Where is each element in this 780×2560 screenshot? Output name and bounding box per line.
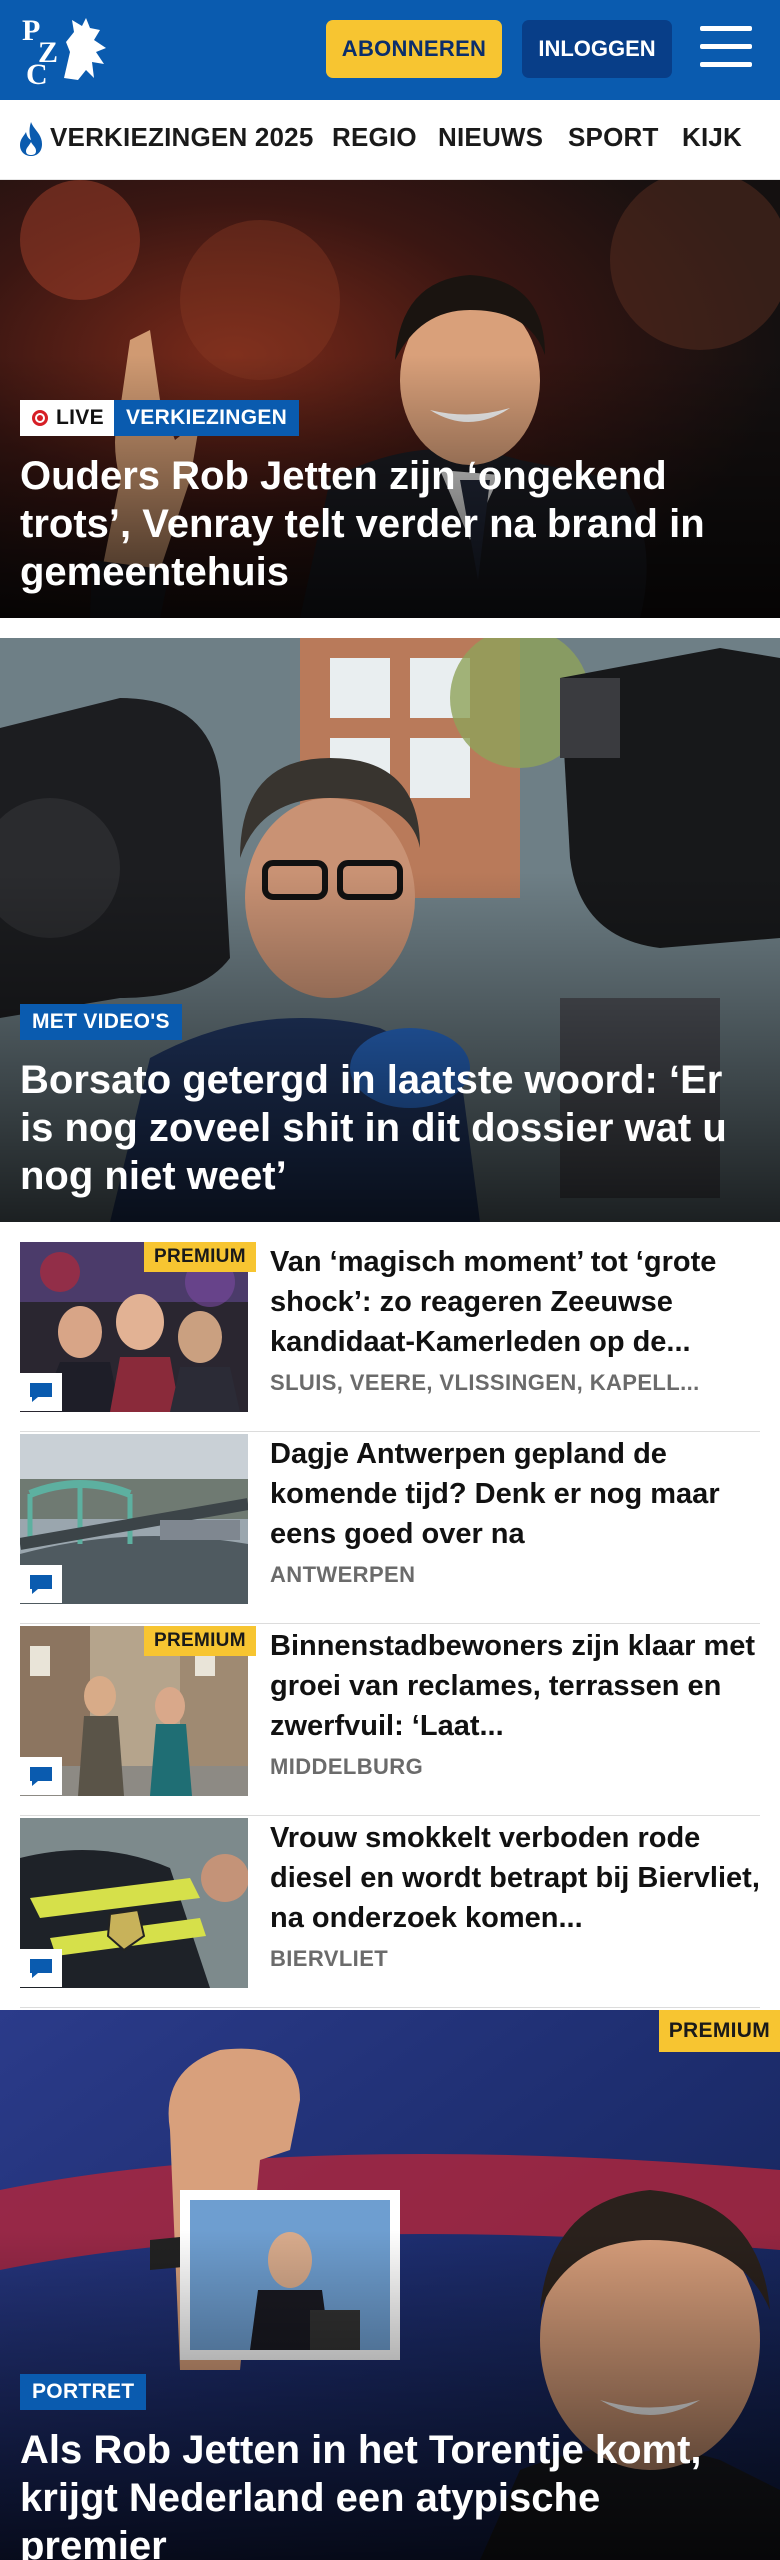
pzc-logo[interactable]: P Z C (20, 12, 112, 91)
article-title[interactable]: Dagje Antwerpen gepland de komende tijd?… (270, 1434, 760, 1554)
nav-item-nieuws[interactable]: NIEUWS (438, 122, 543, 153)
site-header: P Z C ABONNEREN INLOGGEN (0, 0, 780, 100)
subscribe-button[interactable]: ABONNEREN (326, 20, 502, 78)
list-item[interactable]: Dagje Antwerpen gepland de komende tijd?… (20, 1434, 760, 1624)
article-location: MIDDELBURG (270, 1754, 424, 1779)
category-tag: PORTRET (20, 2374, 147, 2410)
article-title[interactable]: Vrouw smokkelt verboden rode diesel en w… (270, 1818, 760, 1938)
menu-icon[interactable] (700, 26, 752, 70)
hero-title[interactable]: Borsato getergd in laatste woord: ‘Er is… (20, 1056, 740, 1200)
comment-icon (20, 1949, 62, 1987)
premium-badge: PREMIUM (144, 1626, 256, 1656)
category-tag: MET VIDEO'S (20, 1004, 182, 1040)
premium-badge: PREMIUM (144, 1242, 256, 1272)
comment-icon (20, 1373, 62, 1411)
list-item[interactable]: PREMIUM Binnenstadbewoners zijn klaar me… (20, 1626, 760, 1816)
nav-item-kijk[interactable]: KIJK (682, 122, 742, 153)
category-tag: VERKIEZINGEN (114, 400, 300, 436)
hero-article-jetten-parents[interactable]: LIVE VERKIEZINGEN Ouders Rob Jetten zijn… (0, 180, 780, 618)
article-location: ANTWERPEN (270, 1562, 416, 1587)
nav-item-regio[interactable]: REGIO (332, 122, 417, 153)
comment-icon (20, 1565, 62, 1603)
article-location: SLUIS, VEERE, VLISSINGEN, KAPELL... (270, 1370, 700, 1395)
article-title[interactable]: Binnenstadbewoners zijn klaar met groei … (270, 1626, 760, 1746)
nav-item-sport[interactable]: SPORT (568, 122, 659, 153)
login-button[interactable]: INLOGGEN (522, 20, 672, 78)
list-item[interactable]: PREMIUM Van ‘magisch moment’ tot ‘grote … (20, 1242, 760, 1432)
hero-article-jetten-portrait[interactable]: PREMIUM PORTRET Als Rob Jetten in het To… (0, 2010, 780, 2560)
live-dot-icon (32, 410, 48, 426)
hero-article-borsato[interactable]: MET VIDEO'S Borsato getergd in laatste w… (0, 638, 780, 1222)
section-nav: VERKIEZINGEN 2025 REGIO NIEUWS SPORT KIJ… (0, 100, 780, 180)
svg-text:C: C (26, 58, 48, 88)
live-badge: LIVE (20, 400, 116, 436)
live-label: LIVE (56, 406, 104, 429)
premium-badge: PREMIUM (658, 2010, 780, 2052)
list-item[interactable]: Vrouw smokkelt verboden rode diesel en w… (20, 1818, 760, 2008)
flame-icon (20, 122, 42, 156)
article-location: BIERVLIET (270, 1946, 389, 1971)
comment-icon (20, 1757, 62, 1795)
hero-title[interactable]: Als Rob Jetten in het Torentje komt, kri… (20, 2426, 740, 2560)
article-title[interactable]: Van ‘magisch moment’ tot ‘grote shock’: … (270, 1242, 760, 1362)
hero-title[interactable]: Ouders Rob Jetten zijn ‘ongekend trots’,… (20, 452, 740, 596)
nav-item-verkiezingen[interactable]: VERKIEZINGEN 2025 (50, 122, 314, 153)
